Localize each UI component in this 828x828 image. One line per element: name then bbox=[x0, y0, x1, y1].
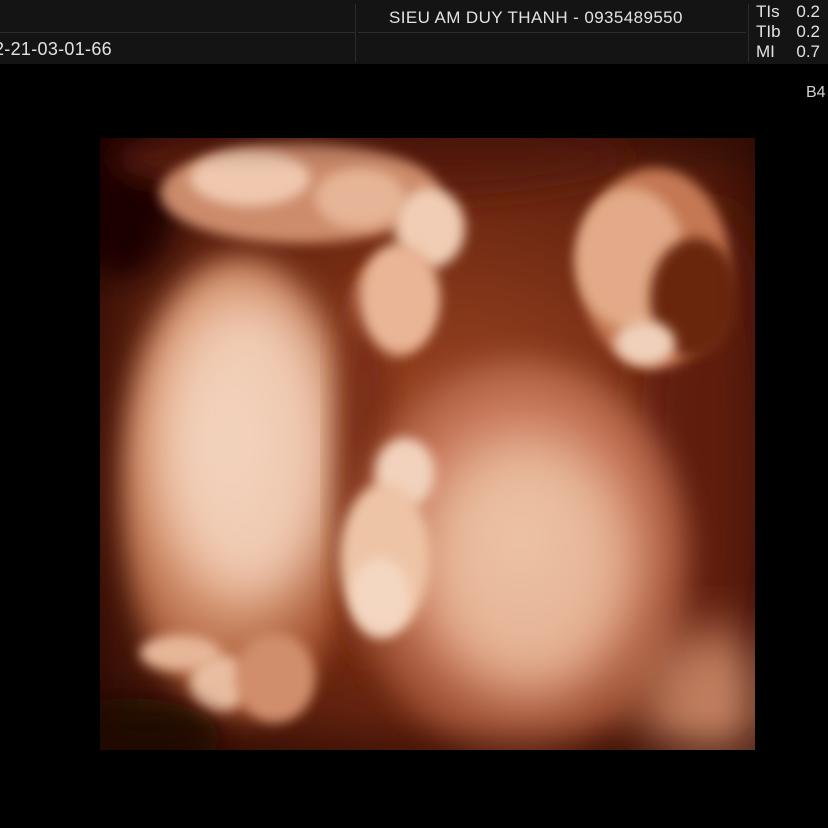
index-row-tib: TIb 0.2 bbox=[756, 22, 828, 42]
header-divider bbox=[748, 4, 749, 62]
index-value: 0.2 bbox=[796, 2, 820, 21]
header-bar: 2-21-03-01-66 SIEU AM DUY THANH - 093548… bbox=[0, 0, 828, 64]
ultrasound-screen: 2-21-03-01-66 SIEU AM DUY THANH - 093548… bbox=[0, 0, 828, 828]
fetal-3d-render bbox=[100, 138, 755, 750]
index-label: TIs bbox=[756, 2, 780, 21]
clinic-name: SIEU AM DUY THANH - 0935489550 bbox=[389, 8, 683, 27]
index-value: 0.2 bbox=[796, 22, 820, 41]
index-label: MI bbox=[756, 42, 775, 61]
index-row-tis: TIs 0.2 bbox=[756, 2, 828, 22]
probe-label: B4 bbox=[806, 84, 826, 101]
header-divider bbox=[358, 32, 746, 33]
safety-indices: TIs 0.2 TIb 0.2 MI 0.7 bbox=[756, 2, 828, 62]
3d-render-viewport[interactable] bbox=[100, 138, 755, 750]
header-divider bbox=[355, 4, 356, 62]
index-value: 0.7 bbox=[796, 42, 820, 61]
index-label: TIb bbox=[756, 22, 781, 41]
header-divider bbox=[0, 32, 355, 33]
exam-id: 2-21-03-01-66 bbox=[0, 39, 112, 59]
index-row-mi: MI 0.7 bbox=[756, 42, 828, 62]
